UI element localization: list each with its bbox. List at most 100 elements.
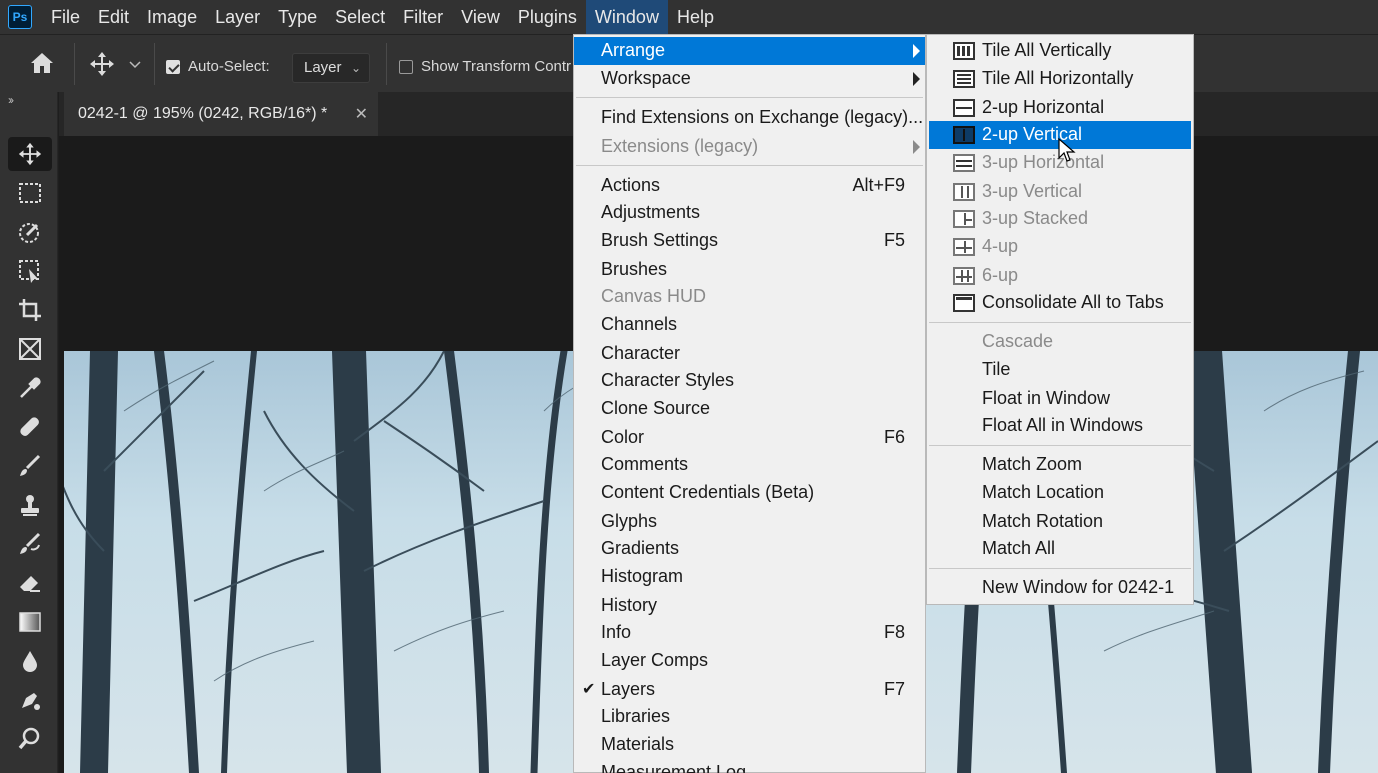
- frame-tool[interactable]: [8, 332, 52, 366]
- marquee-tool[interactable]: [8, 176, 52, 210]
- menu-item-label: Comments: [601, 454, 689, 474]
- menu-help[interactable]: Help: [668, 0, 723, 34]
- menu-item-label: Match Zoom: [982, 454, 1083, 474]
- frame-select-tool[interactable]: [8, 254, 52, 288]
- arrange-match-all[interactable]: Match All: [929, 535, 1191, 563]
- move-tool[interactable]: [8, 137, 52, 171]
- menu-item-label: Tile All Horizontally: [982, 68, 1134, 88]
- menu-window[interactable]: Window: [585, 0, 668, 34]
- pen-tool[interactable]: [8, 683, 52, 717]
- window-menu-find-extensions[interactable]: Find Extensions on Exchange (legacy)...: [574, 104, 925, 132]
- move-tool-preset-button[interactable]: [88, 49, 148, 79]
- tile-horizontal-icon: [953, 70, 975, 88]
- window-menu-history[interactable]: History: [574, 592, 925, 620]
- arrange-match-location[interactable]: Match Location: [929, 479, 1191, 507]
- window-menu-clone-source[interactable]: Clone Source: [574, 395, 925, 423]
- menu-item-label: Histogram: [601, 566, 684, 586]
- window-menu-materials[interactable]: Materials: [574, 731, 925, 759]
- divider: [386, 43, 387, 85]
- window-menu-canvas-hud: Canvas HUD: [574, 283, 925, 311]
- window-menu-channels[interactable]: Channels: [574, 311, 925, 339]
- submenu-arrow-icon: [913, 44, 920, 58]
- menu-item-label: Character: [601, 343, 681, 363]
- window-menu-brushes[interactable]: Brushes: [574, 256, 925, 284]
- window-menu-libraries[interactable]: Libraries: [574, 703, 925, 731]
- healing-brush-tool[interactable]: [8, 410, 52, 444]
- window-menu-arrange[interactable]: Arrange: [574, 37, 925, 65]
- divider: [154, 43, 155, 85]
- menu-item-label: Float All in Windows: [982, 415, 1144, 435]
- window-menu-info[interactable]: Info F8: [574, 619, 925, 647]
- arrange-tile-all-vertically[interactable]: Tile All Vertically: [929, 37, 1191, 65]
- window-menu-content-credentials[interactable]: Content Credentials (Beta): [574, 479, 925, 507]
- window-menu-comments[interactable]: Comments: [574, 451, 925, 479]
- menu-item-label: Tile All Vertically: [982, 40, 1112, 60]
- menu-item-label: New Window for 0242-1: [982, 577, 1175, 597]
- two-up-horizontal-icon: [953, 99, 975, 117]
- arrange-3up-stacked: 3-up Stacked: [929, 205, 1191, 233]
- clone-stamp-tool[interactable]: [8, 488, 52, 522]
- menu-file[interactable]: File: [42, 0, 89, 34]
- window-menu-workspace[interactable]: Workspace: [574, 65, 925, 93]
- arrange-tile-all-horizontally[interactable]: Tile All Horizontally: [929, 65, 1191, 93]
- menu-item-label: Layer Comps: [601, 650, 709, 670]
- menu-layer[interactable]: Layer: [206, 0, 269, 34]
- brush-tool[interactable]: [8, 449, 52, 483]
- chevron-down-icon: ⌄: [350, 61, 361, 75]
- zoom-icon: [18, 727, 40, 750]
- auto-select-target-value: Layer: [304, 59, 342, 76]
- window-menu-brush-settings[interactable]: Brush Settings F5: [574, 227, 925, 255]
- menu-item-label: History: [601, 595, 658, 615]
- blur-tool[interactable]: [8, 644, 52, 678]
- menu-item-label: 3-up Horizontal: [982, 152, 1105, 172]
- tile-vertical-icon: [953, 42, 975, 60]
- menu-item-label: Glyphs: [601, 511, 658, 531]
- gradient-tool[interactable]: [8, 605, 52, 639]
- window-menu-color[interactable]: Color F6: [574, 424, 925, 452]
- arrange-new-window[interactable]: New Window for 0242-1: [929, 574, 1191, 602]
- close-icon[interactable]: ✕: [355, 104, 368, 124]
- arrange-2up-horizontal[interactable]: 2-up Horizontal: [929, 94, 1191, 122]
- window-menu-layer-comps[interactable]: Layer Comps: [574, 647, 925, 675]
- arrange-6up: 6-up: [929, 262, 1191, 290]
- document-tab[interactable]: 0242-1 @ 195% (0242, RGB/16*) * ✕: [64, 92, 378, 136]
- arrange-match-rotation[interactable]: Match Rotation: [929, 508, 1191, 536]
- menu-item-label: Find Extensions on Exchange (legacy)...: [601, 107, 924, 127]
- window-menu-glyphs[interactable]: Glyphs: [574, 508, 925, 536]
- menu-image[interactable]: Image: [138, 0, 206, 34]
- window-menu-layers[interactable]: ✔ Layers F7: [574, 676, 925, 704]
- window-menu-histogram[interactable]: Histogram: [574, 563, 925, 591]
- eraser-tool[interactable]: [8, 566, 52, 600]
- show-transform-controls-checkbox[interactable]: [399, 60, 413, 74]
- window-menu-character-styles[interactable]: Character Styles: [574, 367, 925, 395]
- arrange-match-zoom[interactable]: Match Zoom: [929, 451, 1191, 479]
- eyedropper-tool[interactable]: [8, 371, 52, 405]
- menu-select[interactable]: Select: [326, 0, 394, 34]
- crop-tool[interactable]: [8, 293, 52, 327]
- object-selection-tool[interactable]: [8, 215, 52, 249]
- menu-plugins[interactable]: Plugins: [509, 0, 586, 34]
- collapse-panel-icon[interactable]: ››: [8, 93, 14, 107]
- home-button[interactable]: [22, 45, 62, 81]
- auto-select-target-dropdown[interactable]: Layer ⌄: [292, 53, 370, 83]
- window-menu-character[interactable]: Character: [574, 340, 925, 368]
- arrange-float-all-in-windows[interactable]: Float All in Windows: [929, 412, 1191, 440]
- document-tab-title: 0242-1 @ 195% (0242, RGB/16*) *: [78, 105, 328, 122]
- arrange-tile[interactable]: Tile: [929, 356, 1191, 384]
- window-menu-measurement-log[interactable]: Measurement Log: [574, 759, 925, 773]
- menu-item-shortcut: F7: [883, 679, 905, 699]
- menu-filter[interactable]: Filter: [394, 0, 452, 34]
- auto-select-checkbox[interactable]: [166, 60, 180, 74]
- window-menu-adjustments[interactable]: Adjustments: [574, 199, 925, 227]
- arrange-float-in-window[interactable]: Float in Window: [929, 385, 1191, 413]
- history-brush-tool[interactable]: [8, 527, 52, 561]
- zoom-tool[interactable]: [8, 722, 52, 756]
- move-icon: [90, 52, 114, 76]
- menu-edit[interactable]: Edit: [89, 0, 138, 34]
- window-menu-gradients[interactable]: Gradients: [574, 535, 925, 563]
- menu-view[interactable]: View: [452, 0, 509, 34]
- arrange-consolidate-all-to-tabs[interactable]: Consolidate All to Tabs: [929, 289, 1191, 317]
- menu-type[interactable]: Type: [269, 0, 326, 34]
- window-menu-actions[interactable]: Actions Alt+F9: [574, 172, 925, 200]
- object-selection-frame-icon: [19, 260, 39, 283]
